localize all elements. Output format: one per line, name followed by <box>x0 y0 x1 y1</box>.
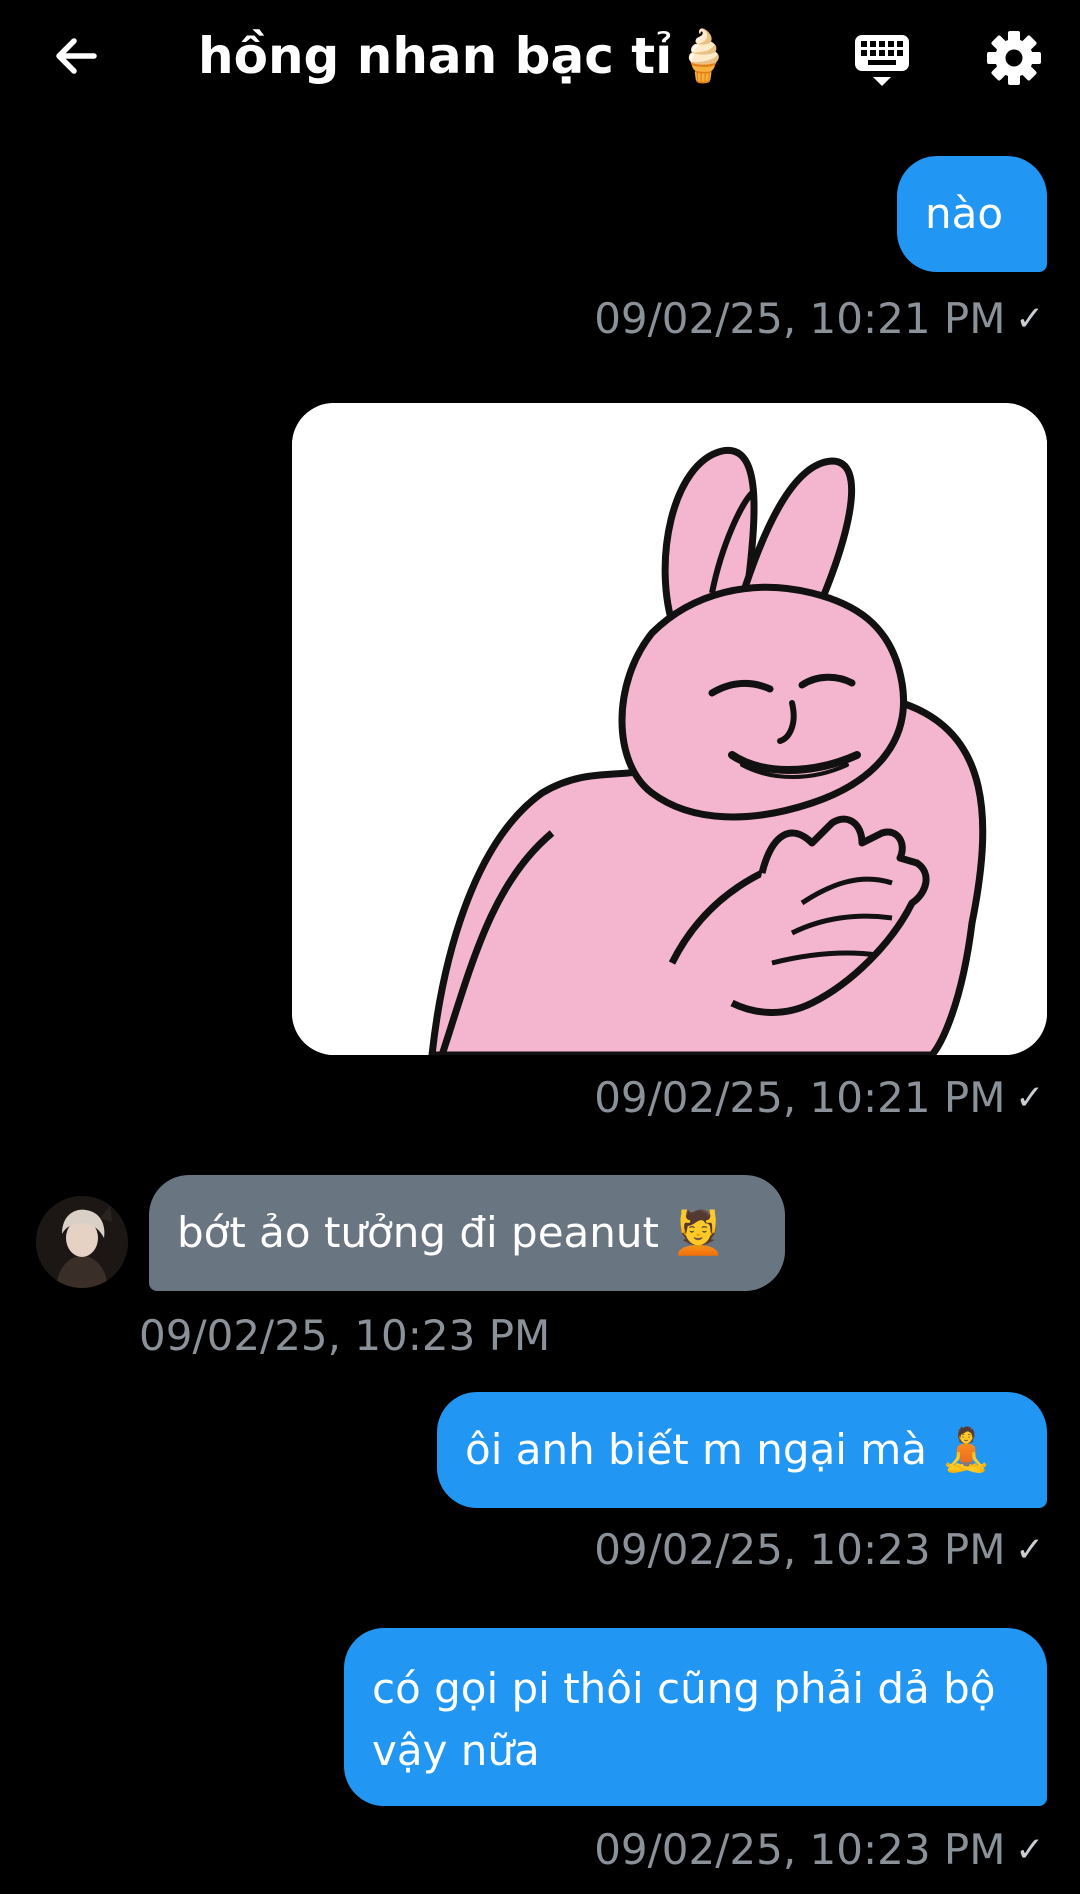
back-button[interactable] <box>40 20 112 92</box>
image-message[interactable] <box>292 403 1047 1055</box>
timestamp-text: 09/02/25, 10:23 PM <box>139 1311 551 1360</box>
outgoing-message-bubble[interactable]: nào <box>897 156 1047 272</box>
timestamp-text: 09/02/25, 10:21 PM <box>594 294 1006 343</box>
keyboard-icon <box>855 35 909 86</box>
timestamp-text: 09/02/25, 10:23 PM <box>594 1825 1006 1874</box>
timestamp-text: 09/02/25, 10:23 PM <box>594 1525 1006 1574</box>
message-text: nào <box>925 189 1004 238</box>
outgoing-message-bubble[interactable]: có gọi pi thôi cũng phải dả bộ vậy nữa <box>344 1628 1047 1806</box>
incoming-message-bubble[interactable]: bớt ảo tưởng đi peanut 💆 <box>149 1175 785 1291</box>
avatar-image <box>36 1196 128 1288</box>
message-timestamp: 09/02/25, 10:23 PM ✓ <box>594 1520 1044 1580</box>
message-text: có gọi pi thôi cũng phải dả bộ vậy nữa <box>372 1664 996 1775</box>
message-timestamp: 09/02/25, 10:21 PM ✓ <box>594 289 1044 349</box>
sent-check-icon: ✓ <box>1015 1078 1045 1118</box>
chat-header: hồng nhan bạc tỉ🍦 <box>0 0 1080 120</box>
keyboard-button[interactable] <box>846 24 918 96</box>
arrow-left-icon <box>56 38 97 74</box>
sent-check-icon: ✓ <box>1015 1830 1045 1870</box>
sent-check-icon: ✓ <box>1015 299 1045 339</box>
contact-avatar[interactable] <box>36 1196 128 1288</box>
settings-button[interactable] <box>978 22 1050 94</box>
message-timestamp: 09/02/25, 10:23 PM <box>139 1306 550 1366</box>
sent-check-icon: ✓ <box>1015 1530 1045 1570</box>
timestamp-text: 09/02/25, 10:21 PM <box>594 1073 1006 1122</box>
message-text: ôi anh biết m ngại mà 🧘 <box>465 1425 993 1474</box>
message-text: bớt ảo tưởng đi peanut 💆 <box>177 1208 725 1257</box>
outgoing-message-bubble[interactable]: ôi anh biết m ngại mà 🧘 <box>437 1392 1047 1508</box>
gear-icon <box>987 31 1041 85</box>
chat-title: hồng nhan bạc tỉ🍦 <box>198 27 735 85</box>
message-timestamp: 09/02/25, 10:23 PM ✓ <box>594 1820 1044 1880</box>
pink-bunny-sticker <box>292 403 1047 1055</box>
message-timestamp: 09/02/25, 10:21 PM ✓ <box>594 1068 1044 1128</box>
